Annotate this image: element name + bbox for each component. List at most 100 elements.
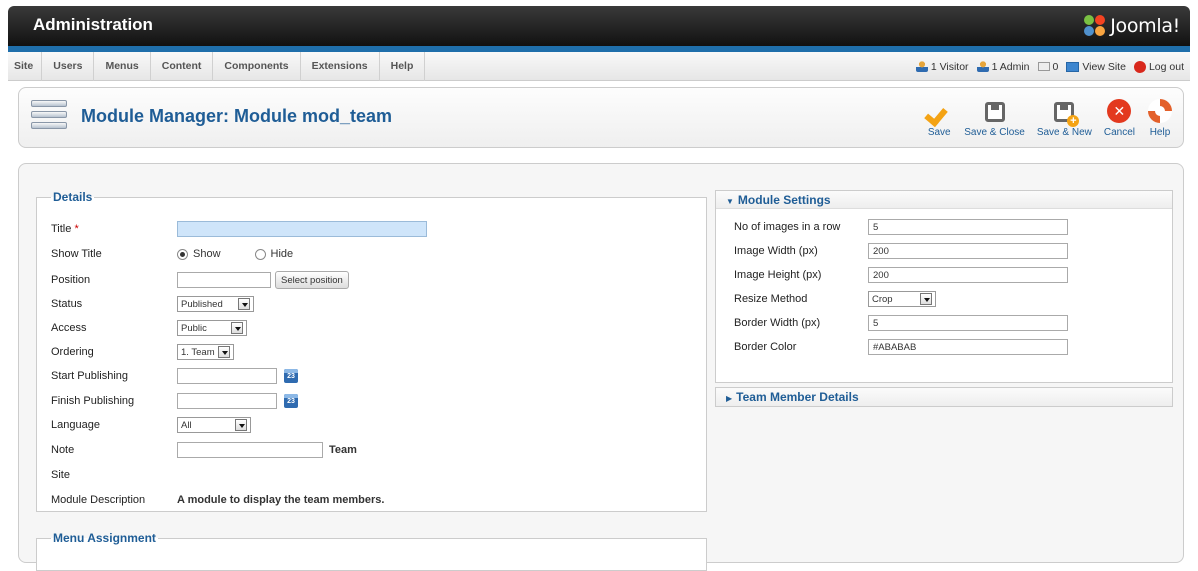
resize-method-select[interactable]: Crop (868, 291, 936, 307)
note-input[interactable] (177, 442, 323, 458)
details-fieldset: Details Title * Show Title Show Hide Pos… (36, 190, 707, 512)
position-row: Position Select position (51, 270, 691, 290)
images-per-row-row: No of images in a row 5 (734, 218, 1068, 236)
dropdown-arrow-icon (235, 419, 247, 431)
module-settings-header[interactable]: ▼ Module Settings (716, 191, 1172, 209)
position-label: Position (51, 274, 91, 286)
note-label: Note (51, 444, 75, 456)
admin-header: Administration Joomla! (8, 6, 1190, 46)
title-input[interactable] (177, 221, 427, 237)
show-title-row: Show Title Show Hide (51, 244, 691, 264)
image-width-row: Image Width (px) 200 (734, 242, 1068, 260)
menu-help[interactable]: Help (380, 52, 426, 81)
resize-method-row: Resize Method Crop (734, 290, 936, 308)
monitor-icon (1066, 61, 1080, 72)
border-width-row: Border Width (px) 5 (734, 314, 1068, 332)
position-input[interactable] (177, 272, 271, 288)
visitors-status: 1 Visitor (915, 61, 969, 73)
messages-status[interactable]: 0 (1037, 61, 1058, 73)
menu-menus[interactable]: Menus (94, 52, 151, 81)
logout-link[interactable]: Log out (1133, 60, 1184, 73)
hide-option-label: Hide (270, 248, 294, 260)
ordering-value: 1. Team (181, 346, 215, 358)
checkmark-icon (926, 98, 952, 124)
resize-method-value: Crop (872, 293, 893, 305)
menu-extensions[interactable]: Extensions (301, 52, 380, 81)
finish-publishing-label: Finish Publishing (51, 395, 135, 407)
title-label: Title * (51, 223, 79, 235)
language-row: Language All (51, 415, 691, 435)
module-manager-icon (31, 98, 67, 136)
admins-status: 1 Admin (976, 61, 1030, 73)
start-publishing-row: Start Publishing 23 (51, 366, 691, 386)
start-publishing-label: Start Publishing (51, 370, 129, 382)
border-color-label: Border Color (734, 341, 797, 353)
image-width-input[interactable]: 200 (868, 243, 1068, 259)
access-value: Public (181, 322, 207, 334)
team-member-details-title: Team Member Details (736, 390, 859, 404)
radio-selected-icon (177, 248, 188, 260)
save-close-label: Save & Close (964, 127, 1025, 138)
access-row: Access Public (51, 318, 691, 338)
collapsed-triangle-icon: ▶ (726, 394, 733, 403)
cancel-label: Cancel (1103, 127, 1135, 138)
logout-icon (1133, 60, 1146, 73)
save-button[interactable]: Save (920, 98, 958, 138)
ordering-label: Ordering (51, 346, 94, 358)
note-row: Note Team (51, 440, 691, 460)
dropdown-arrow-icon (218, 346, 230, 358)
cancel-icon (1107, 99, 1132, 123)
help-label: Help (1149, 127, 1171, 138)
save-new-button[interactable]: Save & New (1031, 98, 1098, 138)
images-per-row-input[interactable]: 5 (868, 219, 1068, 235)
status-value: Published (181, 298, 223, 310)
ordering-select[interactable]: 1. Team (177, 344, 234, 360)
module-description-row: Module Description A module to display t… (51, 490, 691, 510)
message-icon (1037, 62, 1050, 71)
image-width-label: Image Width (px) (734, 245, 818, 257)
access-select[interactable]: Public (177, 320, 247, 336)
details-legend: Details (53, 190, 93, 204)
start-publishing-input[interactable] (177, 368, 277, 384)
language-value: All (181, 419, 192, 431)
menu-users[interactable]: Users (42, 52, 95, 81)
menu-site[interactable]: Site (8, 52, 43, 81)
main-menu-bar: Site Users Menus Content Components Exte… (8, 52, 1190, 81)
joomla-logo: Joomla! (1084, 14, 1180, 38)
save-close-button[interactable]: Save & Close (958, 98, 1031, 138)
show-title-hide-radio[interactable]: Hide (254, 248, 294, 260)
menu-components[interactable]: Components (213, 52, 301, 81)
access-label: Access (51, 322, 87, 334)
border-color-input[interactable]: #ABABAB (868, 339, 1068, 355)
image-height-input[interactable]: 200 (868, 267, 1068, 283)
border-width-input[interactable]: 5 (868, 315, 1068, 331)
calendar-icon[interactable]: 23 (284, 369, 298, 383)
ordering-row: Ordering 1. Team (51, 342, 691, 362)
expanded-triangle-icon: ▼ (726, 197, 734, 206)
view-site-link[interactable]: View Site (1066, 61, 1126, 73)
select-position-button[interactable]: Select position (275, 271, 349, 289)
menu-assignment-fieldset: Menu Assignment (36, 531, 707, 571)
language-label: Language (51, 419, 100, 431)
show-option-label: Show (193, 248, 221, 260)
image-height-label: Image Height (px) (734, 269, 822, 281)
calendar-icon[interactable]: 23 (284, 394, 298, 408)
module-description-label: Module Description (51, 494, 146, 506)
floppy-disk-icon (984, 102, 1005, 122)
show-title-label: Show Title (51, 248, 102, 260)
finish-publishing-input[interactable] (177, 393, 277, 409)
menu-content[interactable]: Content (151, 52, 214, 81)
cancel-button[interactable]: Cancel (1098, 98, 1141, 138)
user-icon (915, 61, 928, 72)
admin-title: Administration (33, 15, 153, 34)
help-button[interactable]: Help (1141, 98, 1179, 138)
team-member-details-header[interactable]: ▶ Team Member Details (716, 388, 1172, 406)
status-select[interactable]: Published (177, 296, 254, 312)
language-select[interactable]: All (177, 417, 251, 433)
module-description: A module to display the team members. (177, 494, 385, 506)
logout-label: Log out (1148, 60, 1184, 73)
site-row: Site (51, 465, 691, 485)
border-width-label: Border Width (px) (734, 317, 821, 329)
save-new-label: Save & New (1036, 127, 1092, 138)
show-title-show-radio[interactable]: Show (177, 248, 221, 260)
